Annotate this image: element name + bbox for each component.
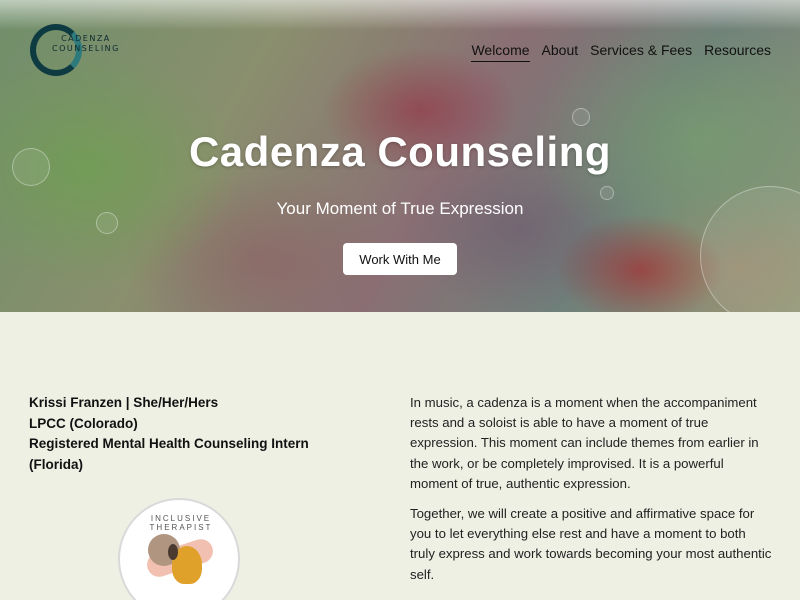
logo-line-2: COUNSELING xyxy=(52,44,120,53)
main-nav: Welcome About Services & Fees Resources xyxy=(471,42,771,62)
hero-title: Cadenza Counseling xyxy=(188,128,612,175)
badge-shape-icon xyxy=(168,544,178,560)
nav-about[interactable]: About xyxy=(542,42,579,62)
therapist-name: Krissi Franzen | She/Her/Hers xyxy=(29,395,219,410)
credential-colorado: LPCC (Colorado) xyxy=(29,415,138,431)
credential-florida-suffix: (Florida) xyxy=(29,456,83,472)
logo-line-1: CADENZA xyxy=(61,34,111,43)
nav-welcome[interactable]: Welcome xyxy=(471,42,530,62)
intro-paragraph-2: Together, we will create a positive and … xyxy=(410,506,772,582)
inclusive-therapist-badge[interactable]: INCLUSIVE THERAPIST xyxy=(118,498,240,600)
nav-resources[interactable]: Resources xyxy=(704,42,771,62)
badge-label: INCLUSIVE THERAPIST xyxy=(149,514,213,532)
hero-banner: CADENZA COUNSELING Welcome About Service… xyxy=(0,0,800,312)
intro-paragraph-1: In music, a cadenza is a moment when the… xyxy=(410,395,759,491)
hero-subtitle: Your Moment of True Expression xyxy=(276,199,524,218)
work-with-me-button[interactable]: Work With Me xyxy=(343,243,457,275)
logo-text[interactable]: CADENZA COUNSELING xyxy=(52,34,120,54)
credential-florida: Registered Mental Health Counseling Inte… xyxy=(29,436,309,451)
therapist-info: Krissi Franzen | She/Her/Hers LPCC (Colo… xyxy=(29,393,349,475)
intro-text: In music, a cadenza is a moment when the… xyxy=(410,393,772,595)
nav-services-fees[interactable]: Services & Fees xyxy=(590,42,692,62)
